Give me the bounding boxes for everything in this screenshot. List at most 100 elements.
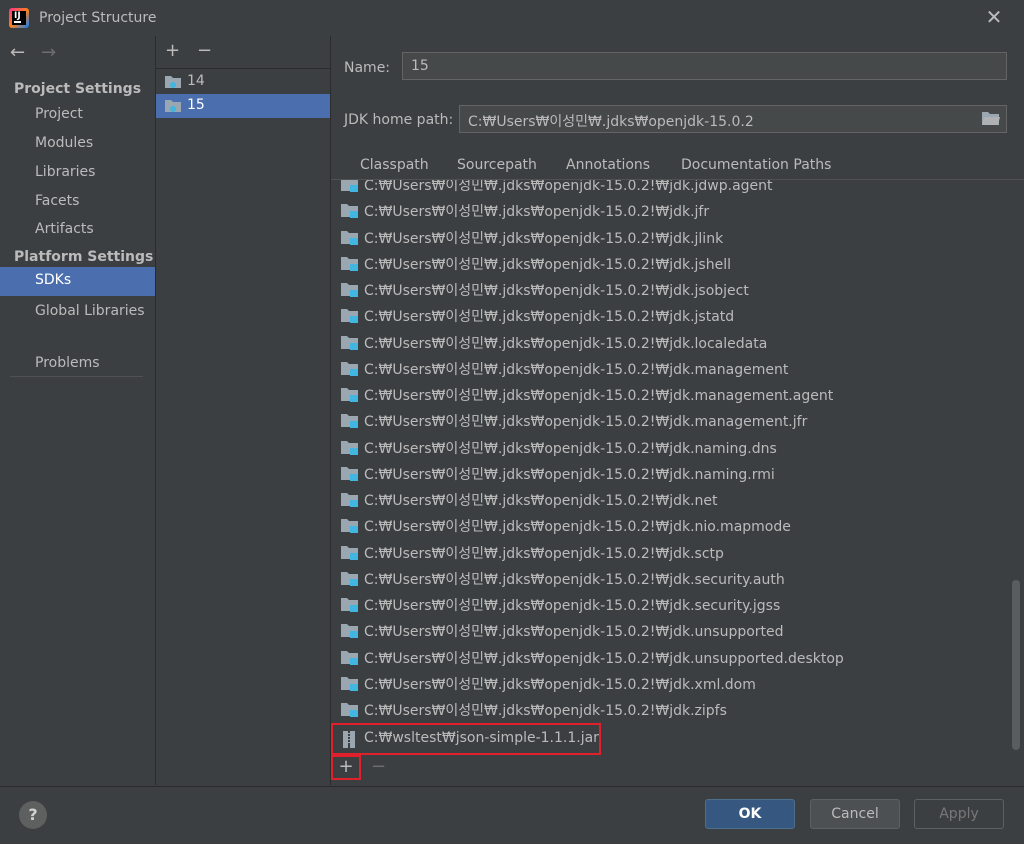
tab-annotations[interactable]: Annotations [566, 157, 650, 173]
classpath-entry-label: C:₩Users₩이성민₩.jdks₩openjdk-15.0.2!₩jdk.m… [364, 414, 808, 431]
classpath-row[interactable]: C:₩Users₩이성민₩.jdks₩openjdk-15.0.2!₩jdk.x… [331, 671, 1011, 697]
add-classpath-button[interactable]: + [331, 755, 361, 780]
tab-sourcepath[interactable]: Sourcepath [457, 157, 537, 173]
classpath-row[interactable]: C:₩Users₩이성민₩.jdks₩openjdk-15.0.2!₩jdk.n… [331, 461, 1011, 487]
module-folder-icon [341, 256, 358, 271]
cancel-button[interactable]: Cancel [810, 799, 900, 829]
classpath-entry-label: C:₩Users₩이성민₩.jdks₩openjdk-15.0.2!₩jdk.u… [364, 650, 844, 667]
module-folder-icon [341, 309, 358, 324]
sdk-item-15[interactable]: 15 [156, 94, 330, 118]
classpath-row[interactable]: C:₩Users₩이성민₩.jdks₩openjdk-15.0.2!₩jdk.l… [331, 330, 1011, 356]
module-folder-icon [341, 204, 358, 219]
module-folder-icon [341, 335, 358, 350]
nav-item-facets[interactable]: Facets [0, 188, 155, 217]
classpath-entry-label: C:₩Users₩이성민₩.jdks₩openjdk-15.0.2!₩jdk.s… [364, 571, 785, 588]
nav-item-artifacts[interactable]: Artifacts [0, 216, 155, 245]
intellij-logo-icon: IJ [9, 8, 29, 28]
classpath-row[interactable]: C:₩Users₩이성민₩.jdks₩openjdk-15.0.2!₩jdk.s… [331, 592, 1011, 618]
nav-item-project[interactable]: Project [0, 101, 155, 130]
classpath-row[interactable]: C:₩Users₩이성민₩.jdks₩openjdk-15.0.2!₩jdk.n… [331, 487, 1011, 513]
module-folder-icon [341, 519, 358, 534]
platform-settings-heading: Platform Settings [14, 249, 154, 265]
module-folder-icon [341, 466, 358, 481]
classpath-row[interactable]: C:₩Users₩이성민₩.jdks₩openjdk-15.0.2!₩jdk.u… [331, 618, 1011, 644]
sdk-list: 14 15 [156, 68, 330, 786]
nav-item-sdks[interactable]: SDKs [0, 267, 155, 296]
apply-button[interactable]: Apply [914, 799, 1004, 829]
classpath-row[interactable]: C:₩Users₩이성민₩.jdks₩openjdk-15.0.2!₩jdk.j… [331, 303, 1011, 329]
module-folder-icon [341, 230, 358, 245]
module-folder-icon [341, 676, 358, 691]
add-sdk-button[interactable]: + [165, 41, 180, 61]
forward-arrow-icon[interactable]: → [41, 42, 56, 63]
sdk-label: 14 [187, 73, 205, 89]
nav-item-label: Facets [35, 193, 80, 209]
nav-item-global-libraries[interactable]: Global Libraries [0, 298, 155, 327]
close-icon[interactable]: ✕ [984, 7, 1004, 27]
module-folder-icon [341, 650, 358, 665]
classpath-entry-label: C:₩Users₩이성민₩.jdks₩openjdk-15.0.2!₩jdk.n… [364, 466, 775, 483]
classpath-row[interactable]: C:₩Users₩이성민₩.jdks₩openjdk-15.0.2!₩jdk.s… [331, 566, 1011, 592]
module-folder-icon [341, 571, 358, 586]
classpath-scrollbar[interactable] [1012, 580, 1020, 750]
nav-item-label: Libraries [35, 164, 96, 180]
module-folder-icon [341, 361, 358, 376]
classpath-entry-label: C:₩Users₩이성민₩.jdks₩openjdk-15.0.2!₩jdk.j… [364, 180, 773, 194]
help-icon[interactable]: ? [19, 801, 47, 829]
module-folder-icon [341, 493, 358, 507]
nav-item-problems[interactable]: Problems [0, 350, 155, 379]
classpath-row[interactable]: C:₩Users₩이성민₩.jdks₩openjdk-15.0.2!₩jdk.j… [331, 225, 1011, 251]
classpath-row[interactable]: C:₩Users₩이성민₩.jdks₩openjdk-15.0.2!₩jdk.s… [331, 540, 1011, 566]
jdk-folder-icon [165, 76, 181, 88]
remove-sdk-button[interactable]: − [197, 41, 212, 61]
classpath-row[interactable]: C:₩Users₩이성민₩.jdks₩openjdk-15.0.2!₩jdk.z… [331, 697, 1011, 723]
module-folder-icon [341, 414, 358, 429]
nav-item-label: Problems [35, 355, 100, 371]
module-folder-icon [341, 598, 358, 612]
classpath-list: C:₩Users₩이성민₩.jdks₩openjdk-15.0.2!₩jdk.j… [331, 180, 1024, 753]
jdk-home-value: C:₩Users₩이성민₩.jdks₩openjdk-15.0.2 [468, 114, 754, 130]
classpath-row[interactable]: C:₩Users₩이성민₩.jdks₩openjdk-15.0.2!₩jdk.j… [331, 198, 1011, 224]
back-arrow-icon[interactable]: ← [10, 42, 25, 63]
sdk-item-14[interactable]: 14 [156, 70, 330, 94]
classpath-entry-label: C:₩Users₩이성민₩.jdks₩openjdk-15.0.2!₩jdk.u… [364, 624, 784, 641]
tab-classpath[interactable]: Classpath [345, 157, 444, 182]
jdk-home-field[interactable]: C:₩Users₩이성민₩.jdks₩openjdk-15.0.2 [459, 105, 1007, 133]
project-settings-heading: Project Settings [14, 81, 142, 97]
classpath-entry-label: C:₩Users₩이성민₩.jdks₩openjdk-15.0.2!₩jdk.j… [364, 256, 731, 273]
classpath-row[interactable]: C:₩Users₩이성민₩.jdks₩openjdk-15.0.2!₩jdk.n… [331, 513, 1011, 539]
classpath-row[interactable]: C:₩Users₩이성민₩.jdks₩openjdk-15.0.2!₩jdk.j… [331, 251, 1011, 277]
tab-documentation-paths[interactable]: Documentation Paths [681, 157, 831, 173]
settings-nav: ← → Project Settings Project Modules Lib… [0, 36, 156, 785]
jdk-home-label: JDK home path: [344, 112, 454, 128]
name-field[interactable]: 15 [402, 52, 1007, 80]
module-folder-icon [341, 388, 358, 402]
classpath-entry-label: C:₩Users₩이성민₩.jdks₩openjdk-15.0.2!₩jdk.j… [364, 230, 724, 247]
classpath-entry-label: C:₩Users₩이성민₩.jdks₩openjdk-15.0.2!₩jdk.s… [364, 545, 724, 562]
nav-item-label: SDKs [35, 272, 72, 288]
remove-classpath-button[interactable]: − [371, 756, 386, 777]
classpath-row[interactable]: C:₩Users₩이성민₩.jdks₩openjdk-15.0.2!₩jdk.m… [331, 356, 1011, 382]
nav-item-label: Artifacts [35, 221, 94, 237]
sdk-details: Name: 15 JDK home path: C:₩Users₩이성민₩.jd… [331, 36, 1024, 785]
nav-item-modules[interactable]: Modules [0, 130, 155, 159]
classpath-entry-label: C:₩Users₩이성민₩.jdks₩openjdk-15.0.2!₩jdk.m… [364, 388, 834, 404]
classpath-row[interactable]: C:₩Users₩이성민₩.jdks₩openjdk-15.0.2!₩jdk.u… [331, 645, 1011, 671]
window-title: Project Structure [39, 10, 157, 26]
highlight-box-jar-entry [331, 723, 601, 755]
browse-folder-icon[interactable] [982, 111, 1000, 126]
classpath-row[interactable]: C:₩Users₩이성민₩.jdks₩openjdk-15.0.2!₩jdk.j… [331, 277, 1011, 303]
classpath-row[interactable]: C:₩Users₩이성민₩.jdks₩openjdk-15.0.2!₩jdk.m… [331, 408, 1011, 434]
classpath-row[interactable]: C:₩Users₩이성민₩.jdks₩openjdk-15.0.2!₩jdk.n… [331, 435, 1011, 461]
classpath-row[interactable]: C:₩Users₩이성민₩.jdks₩openjdk-15.0.2!₩jdk.j… [331, 180, 1011, 198]
classpath-entry-label: C:₩Users₩이성민₩.jdks₩openjdk-15.0.2!₩jdk.j… [364, 204, 710, 221]
nav-item-label: Modules [35, 135, 94, 151]
classpath-row[interactable]: C:₩Users₩이성민₩.jdks₩openjdk-15.0.2!₩jdk.m… [331, 382, 1011, 408]
sdk-pane: + − 14 15 [156, 36, 331, 786]
ok-button[interactable]: OK [705, 799, 795, 829]
jdk-folder-icon [165, 100, 181, 112]
nav-item-libraries[interactable]: Libraries [0, 159, 155, 188]
title-bar: IJ Project Structure ✕ [0, 0, 1024, 36]
classpath-entry-label: C:₩Users₩이성민₩.jdks₩openjdk-15.0.2!₩jdk.l… [364, 335, 768, 352]
nav-item-label: Global Libraries [35, 303, 145, 319]
